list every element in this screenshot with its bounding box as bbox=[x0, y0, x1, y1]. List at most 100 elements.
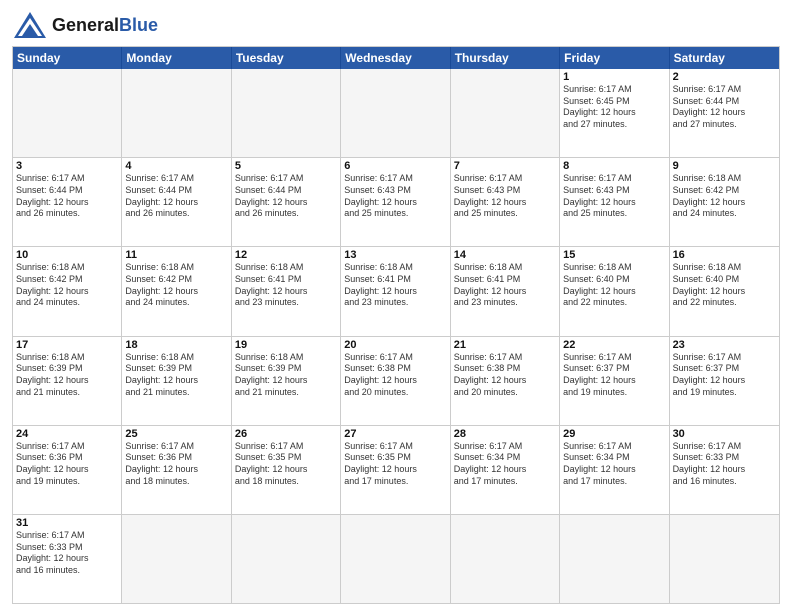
day-number: 11 bbox=[125, 249, 227, 261]
calendar-cell bbox=[13, 69, 122, 157]
calendar-cell: 25Sunrise: 6:17 AM Sunset: 6:36 PM Dayli… bbox=[122, 426, 231, 514]
calendar-cell: 1Sunrise: 6:17 AM Sunset: 6:45 PM Daylig… bbox=[560, 69, 669, 157]
day-number: 27 bbox=[344, 428, 446, 440]
day-number: 25 bbox=[125, 428, 227, 440]
calendar-cell: 23Sunrise: 6:17 AM Sunset: 6:37 PM Dayli… bbox=[670, 337, 779, 425]
day-number: 9 bbox=[673, 160, 776, 172]
cell-text: Sunrise: 6:17 AM Sunset: 6:44 PM Dayligh… bbox=[673, 84, 776, 131]
calendar-cell bbox=[232, 69, 341, 157]
cell-text: Sunrise: 6:17 AM Sunset: 6:35 PM Dayligh… bbox=[344, 441, 446, 488]
day-number: 22 bbox=[563, 339, 665, 351]
calendar-cell: 8Sunrise: 6:17 AM Sunset: 6:43 PM Daylig… bbox=[560, 158, 669, 246]
header-cell-saturday: Saturday bbox=[670, 47, 779, 69]
day-number: 5 bbox=[235, 160, 337, 172]
calendar-cell: 18Sunrise: 6:18 AM Sunset: 6:39 PM Dayli… bbox=[122, 337, 231, 425]
day-number: 21 bbox=[454, 339, 556, 351]
day-number: 1 bbox=[563, 71, 665, 83]
calendar-cell: 24Sunrise: 6:17 AM Sunset: 6:36 PM Dayli… bbox=[13, 426, 122, 514]
calendar-cell: 12Sunrise: 6:18 AM Sunset: 6:41 PM Dayli… bbox=[232, 247, 341, 335]
cell-text: Sunrise: 6:17 AM Sunset: 6:44 PM Dayligh… bbox=[125, 173, 227, 220]
day-number: 7 bbox=[454, 160, 556, 172]
calendar-cell: 10Sunrise: 6:18 AM Sunset: 6:42 PM Dayli… bbox=[13, 247, 122, 335]
calendar-cell bbox=[451, 515, 560, 603]
calendar-body: 1Sunrise: 6:17 AM Sunset: 6:45 PM Daylig… bbox=[13, 69, 779, 603]
header-cell-monday: Monday bbox=[122, 47, 231, 69]
header-cell-thursday: Thursday bbox=[451, 47, 560, 69]
calendar-row-0: 1Sunrise: 6:17 AM Sunset: 6:45 PM Daylig… bbox=[13, 69, 779, 157]
day-number: 31 bbox=[16, 517, 118, 529]
cell-text: Sunrise: 6:17 AM Sunset: 6:38 PM Dayligh… bbox=[454, 352, 556, 399]
calendar-cell: 21Sunrise: 6:17 AM Sunset: 6:38 PM Dayli… bbox=[451, 337, 560, 425]
calendar-cell: 4Sunrise: 6:17 AM Sunset: 6:44 PM Daylig… bbox=[122, 158, 231, 246]
header-cell-friday: Friday bbox=[560, 47, 669, 69]
day-number: 8 bbox=[563, 160, 665, 172]
calendar-cell: 22Sunrise: 6:17 AM Sunset: 6:37 PM Dayli… bbox=[560, 337, 669, 425]
day-number: 10 bbox=[16, 249, 118, 261]
day-number: 13 bbox=[344, 249, 446, 261]
day-number: 2 bbox=[673, 71, 776, 83]
calendar-cell: 26Sunrise: 6:17 AM Sunset: 6:35 PM Dayli… bbox=[232, 426, 341, 514]
calendar-header-row: SundayMondayTuesdayWednesdayThursdayFrid… bbox=[13, 47, 779, 69]
calendar-cell: 14Sunrise: 6:18 AM Sunset: 6:41 PM Dayli… bbox=[451, 247, 560, 335]
day-number: 15 bbox=[563, 249, 665, 261]
calendar-cell bbox=[451, 69, 560, 157]
cell-text: Sunrise: 6:18 AM Sunset: 6:39 PM Dayligh… bbox=[125, 352, 227, 399]
cell-text: Sunrise: 6:17 AM Sunset: 6:43 PM Dayligh… bbox=[563, 173, 665, 220]
day-number: 6 bbox=[344, 160, 446, 172]
calendar-cell bbox=[560, 515, 669, 603]
calendar-cell: 11Sunrise: 6:18 AM Sunset: 6:42 PM Dayli… bbox=[122, 247, 231, 335]
header-cell-wednesday: Wednesday bbox=[341, 47, 450, 69]
day-number: 12 bbox=[235, 249, 337, 261]
calendar: SundayMondayTuesdayWednesdayThursdayFrid… bbox=[12, 46, 780, 604]
cell-text: Sunrise: 6:18 AM Sunset: 6:41 PM Dayligh… bbox=[344, 262, 446, 309]
day-number: 14 bbox=[454, 249, 556, 261]
calendar-row-5: 31Sunrise: 6:17 AM Sunset: 6:33 PM Dayli… bbox=[13, 514, 779, 603]
header-cell-tuesday: Tuesday bbox=[232, 47, 341, 69]
cell-text: Sunrise: 6:18 AM Sunset: 6:42 PM Dayligh… bbox=[125, 262, 227, 309]
calendar-cell: 16Sunrise: 6:18 AM Sunset: 6:40 PM Dayli… bbox=[670, 247, 779, 335]
calendar-row-4: 24Sunrise: 6:17 AM Sunset: 6:36 PM Dayli… bbox=[13, 425, 779, 514]
cell-text: Sunrise: 6:18 AM Sunset: 6:41 PM Dayligh… bbox=[235, 262, 337, 309]
calendar-cell: 29Sunrise: 6:17 AM Sunset: 6:34 PM Dayli… bbox=[560, 426, 669, 514]
cell-text: Sunrise: 6:17 AM Sunset: 6:34 PM Dayligh… bbox=[454, 441, 556, 488]
calendar-cell bbox=[122, 69, 231, 157]
header-cell-sunday: Sunday bbox=[13, 47, 122, 69]
day-number: 19 bbox=[235, 339, 337, 351]
day-number: 3 bbox=[16, 160, 118, 172]
day-number: 20 bbox=[344, 339, 446, 351]
cell-text: Sunrise: 6:17 AM Sunset: 6:44 PM Dayligh… bbox=[16, 173, 118, 220]
day-number: 17 bbox=[16, 339, 118, 351]
calendar-cell: 6Sunrise: 6:17 AM Sunset: 6:43 PM Daylig… bbox=[341, 158, 450, 246]
logo: GeneralBlue bbox=[12, 10, 158, 40]
day-number: 29 bbox=[563, 428, 665, 440]
day-number: 18 bbox=[125, 339, 227, 351]
calendar-cell bbox=[341, 515, 450, 603]
calendar-cell: 31Sunrise: 6:17 AM Sunset: 6:33 PM Dayli… bbox=[13, 515, 122, 603]
cell-text: Sunrise: 6:17 AM Sunset: 6:45 PM Dayligh… bbox=[563, 84, 665, 131]
calendar-cell: 5Sunrise: 6:17 AM Sunset: 6:44 PM Daylig… bbox=[232, 158, 341, 246]
cell-text: Sunrise: 6:18 AM Sunset: 6:40 PM Dayligh… bbox=[563, 262, 665, 309]
cell-text: Sunrise: 6:17 AM Sunset: 6:36 PM Dayligh… bbox=[16, 441, 118, 488]
day-number: 24 bbox=[16, 428, 118, 440]
calendar-cell: 13Sunrise: 6:18 AM Sunset: 6:41 PM Dayli… bbox=[341, 247, 450, 335]
cell-text: Sunrise: 6:17 AM Sunset: 6:33 PM Dayligh… bbox=[16, 530, 118, 577]
cell-text: Sunrise: 6:17 AM Sunset: 6:37 PM Dayligh… bbox=[563, 352, 665, 399]
day-number: 23 bbox=[673, 339, 776, 351]
cell-text: Sunrise: 6:18 AM Sunset: 6:39 PM Dayligh… bbox=[235, 352, 337, 399]
cell-text: Sunrise: 6:17 AM Sunset: 6:35 PM Dayligh… bbox=[235, 441, 337, 488]
calendar-cell: 19Sunrise: 6:18 AM Sunset: 6:39 PM Dayli… bbox=[232, 337, 341, 425]
cell-text: Sunrise: 6:17 AM Sunset: 6:37 PM Dayligh… bbox=[673, 352, 776, 399]
cell-text: Sunrise: 6:18 AM Sunset: 6:40 PM Dayligh… bbox=[673, 262, 776, 309]
calendar-cell: 3Sunrise: 6:17 AM Sunset: 6:44 PM Daylig… bbox=[13, 158, 122, 246]
calendar-cell: 20Sunrise: 6:17 AM Sunset: 6:38 PM Dayli… bbox=[341, 337, 450, 425]
header: GeneralBlue bbox=[12, 10, 780, 40]
calendar-cell: 28Sunrise: 6:17 AM Sunset: 6:34 PM Dayli… bbox=[451, 426, 560, 514]
day-number: 4 bbox=[125, 160, 227, 172]
day-number: 28 bbox=[454, 428, 556, 440]
cell-text: Sunrise: 6:17 AM Sunset: 6:33 PM Dayligh… bbox=[673, 441, 776, 488]
cell-text: Sunrise: 6:17 AM Sunset: 6:38 PM Dayligh… bbox=[344, 352, 446, 399]
calendar-cell bbox=[122, 515, 231, 603]
calendar-cell: 15Sunrise: 6:18 AM Sunset: 6:40 PM Dayli… bbox=[560, 247, 669, 335]
calendar-cell: 27Sunrise: 6:17 AM Sunset: 6:35 PM Dayli… bbox=[341, 426, 450, 514]
calendar-row-2: 10 Sunrise: 6:18 AM Sunset: 6:42 PM Dayli… bbox=[13, 246, 779, 335]
